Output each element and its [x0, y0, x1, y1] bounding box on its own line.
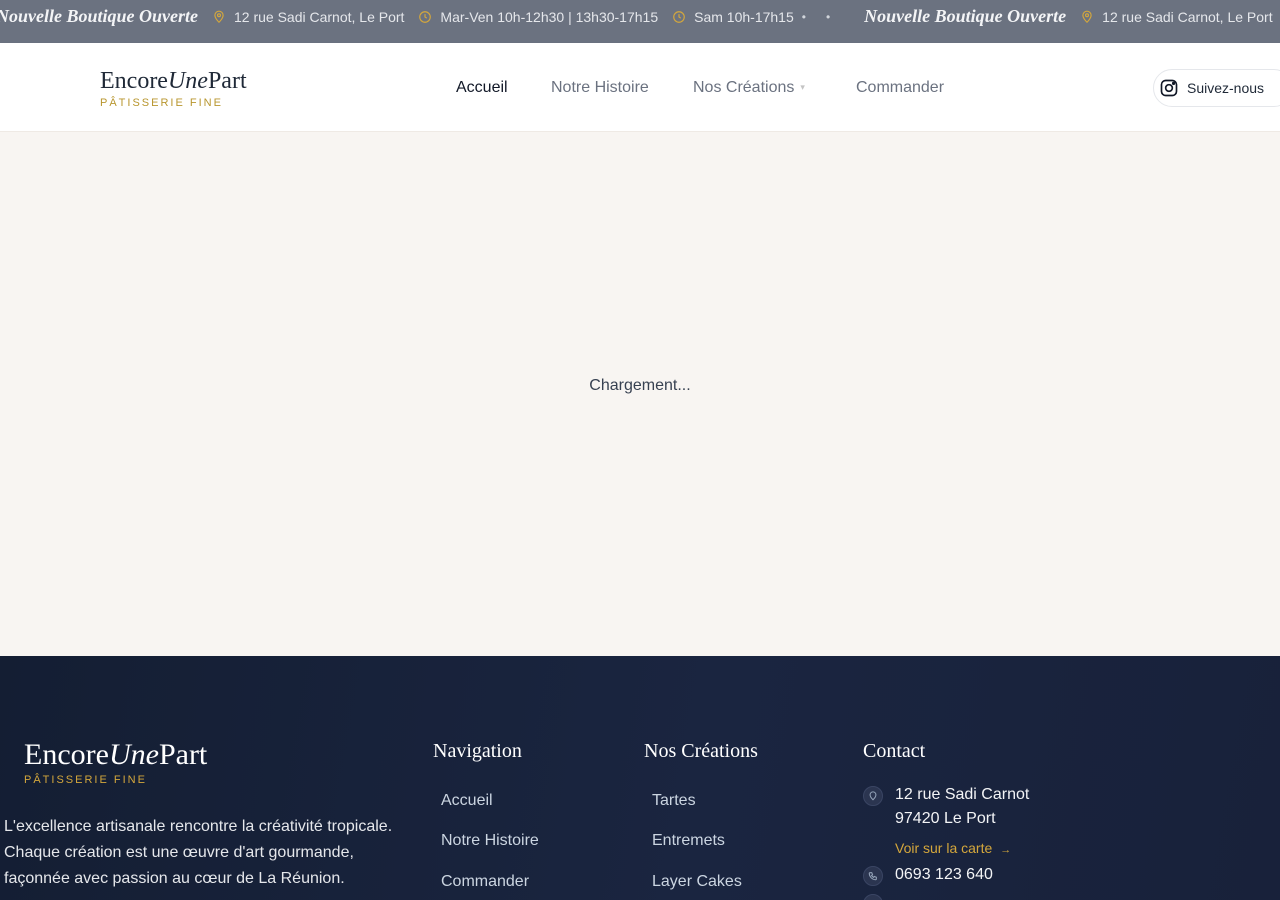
banner-separator: •: [801, 9, 806, 24]
footer-link-story[interactable]: Notre Histoire: [441, 832, 539, 850]
banner-address: 12 rue Sadi Carnot, Le Port: [212, 9, 404, 25]
footer-link-order[interactable]: Commander: [441, 873, 529, 891]
footer-brand-name-italic: Une: [108, 738, 159, 771]
footer-link-home[interactable]: Accueil: [441, 792, 493, 810]
map-link-label: Voir sur la carte: [895, 840, 993, 856]
clock-icon: [419, 10, 432, 23]
footer-brand-name: EncoreUnePart: [24, 739, 207, 771]
clock-icon: [673, 10, 685, 23]
map-pin-icon: [863, 786, 883, 806]
footer-logo[interactable]: EncoreUnePart PÂTISSERIE FINE: [24, 739, 207, 787]
banner-track: Nouvelle Boutique Ouverte 12 rue Sadi Ca…: [0, 0, 1280, 33]
footer-link-entremets[interactable]: Entremets: [652, 832, 725, 850]
map-link[interactable]: Voir sur la carte →: [895, 840, 1011, 856]
footer-link-tartes[interactable]: Tartes: [652, 792, 696, 810]
banner-address-text: 12 rue Sadi Carnot, Le Port: [1102, 8, 1273, 25]
nav-creations-label: Nos Créations: [693, 79, 795, 96]
chevron-down-icon: ▾: [800, 82, 805, 93]
loading-text: Chargement...: [589, 377, 691, 394]
banner-group: Nouvelle Boutique Ouverte 12 rue Sadi Ca…: [0, 6, 864, 27]
nav-home[interactable]: Accueil: [456, 79, 508, 97]
mail-icon: [863, 894, 883, 900]
follow-label: Suivez-nous: [1187, 80, 1265, 96]
nav-creations[interactable]: Nos Créations ▾: [693, 79, 805, 97]
footer-brand-tagline: PÂTISSERIE FINE: [24, 774, 147, 786]
footer-description: L'excellence artisanale rencontre la cré…: [4, 818, 393, 887]
banner-hours-week: Mar-Ven 10h-12h30 | 13h30-17h15: [418, 9, 658, 25]
footer-contact-title: Contact: [863, 740, 926, 762]
footer-creations-title: Nos Créations: [644, 740, 758, 762]
banner-title: Nouvelle Boutique Ouverte: [0, 6, 198, 26]
banner-address-text: 12 rue Sadi Carnot, Le Port: [233, 8, 405, 25]
banner-hours-saturday: Sam 10h-17h15: [672, 9, 794, 25]
phone-icon: [863, 866, 883, 886]
instagram-follow-button[interactable]: Suivez-nous: [1153, 69, 1280, 107]
site-footer: EncoreUnePart PÂTISSERIE FINE L'excellen…: [0, 656, 1280, 900]
banner-hours-saturday-text: Sam 10h-17h15: [694, 8, 794, 25]
footer-link-layer-cakes[interactable]: Layer Cakes: [652, 873, 742, 891]
contact-address-line2: 97420 Le Port: [895, 810, 996, 827]
contact-phone[interactable]: 0693 123 640: [895, 863, 993, 887]
footer-brand-name-start: Encore: [24, 738, 109, 771]
main-nav: Accueil Notre Histoire Nos Créations ▾ Co…: [0, 79, 1280, 99]
footer-brand-name-end: Part: [158, 738, 208, 771]
footer-nav-title: Navigation: [433, 740, 522, 762]
banner-title: Nouvelle Boutique Ouverte: [864, 6, 1067, 26]
main-content: Chargement...: [0, 132, 1280, 656]
site-header: EncoreUnePart PÂTISSERIE FINE Accueil No…: [0, 43, 1280, 132]
banner-separator: •: [825, 9, 831, 24]
banner-address: 12 rue Sadi Carnot, Le Port: [1080, 8, 1273, 25]
map-pin-icon: [214, 10, 224, 23]
announcement-banner: Nouvelle Boutique Ouverte 12 rue Sadi Ca…: [0, 0, 1280, 43]
banner-group: Nouvelle Boutique Ouverte 12 rue Sadi Ca…: [864, 6, 1280, 27]
contact-address-line1: 12 rue Sadi Carnot: [895, 786, 1030, 803]
nav-story[interactable]: Notre Histoire: [551, 79, 649, 97]
instagram-icon: [1160, 79, 1178, 97]
map-pin-icon: [1082, 10, 1092, 23]
banner-hours-week-text: Mar-Ven 10h-12h30 | 13h30-17h15: [440, 8, 659, 25]
nav-order[interactable]: Commander: [856, 79, 944, 97]
arrow-right-icon: →: [1000, 844, 1012, 856]
